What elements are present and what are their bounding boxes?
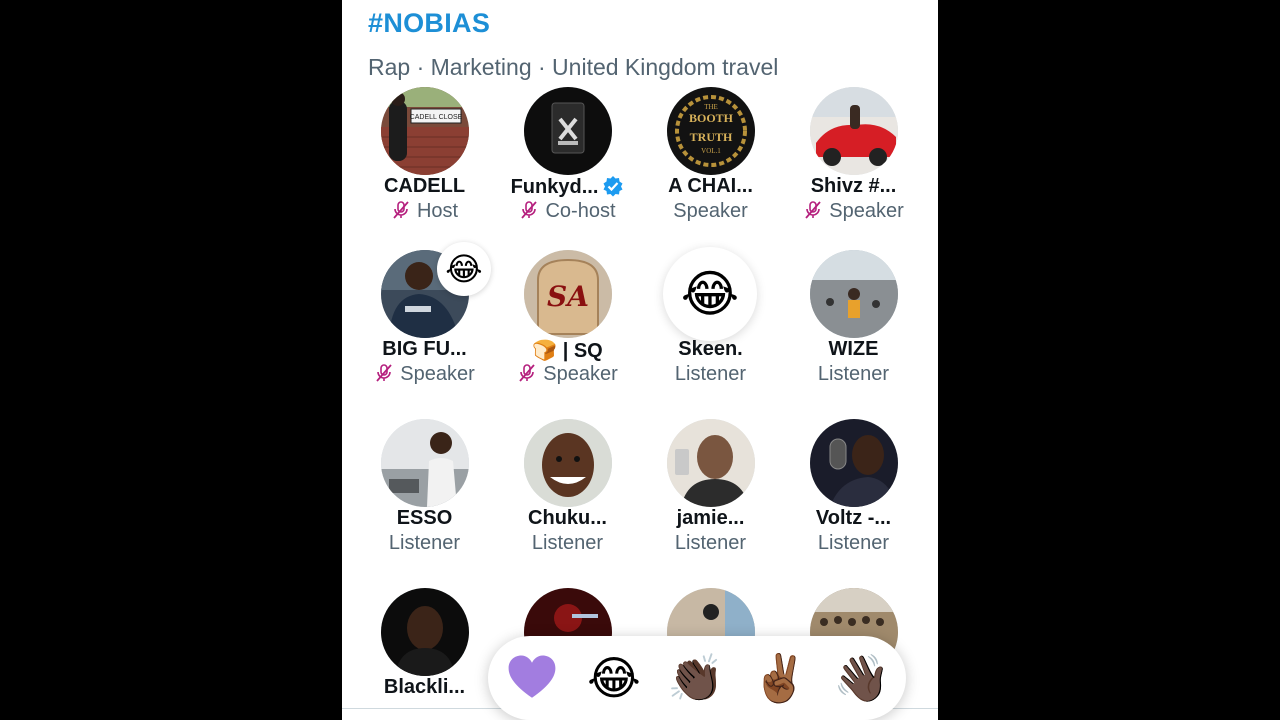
avatar: [810, 419, 898, 507]
participant-name: Chuku...: [528, 507, 607, 529]
participant-name: Voltz -...: [815, 507, 892, 529]
mic-off-icon: [521, 201, 538, 219]
participant-name: 🍞 | SQ: [532, 340, 603, 362]
avatar: SA: [524, 250, 612, 338]
heart-reaction-button[interactable]: [502, 648, 562, 708]
participant-role-row: Speaker: [353, 363, 496, 386]
participant-role: Speaker: [673, 200, 748, 222]
sq-mark-text: SA: [547, 280, 589, 313]
participant-name: WIZE: [828, 338, 879, 360]
booth-text-4: VOL.1: [701, 147, 721, 155]
participant-funkyd[interactable]: Funkyd... Co-host: [496, 87, 639, 247]
booth-text-3: TRUTH: [690, 130, 733, 144]
participant-name-row: Funkyd...: [496, 175, 639, 199]
avatar: [524, 419, 612, 507]
avatar: [667, 419, 755, 507]
participant-wize[interactable]: WIZE Listener: [782, 250, 925, 410]
participant-role: Host: [416, 200, 459, 222]
avatar: [810, 87, 898, 175]
reaction-emoji-avatar: 😂: [663, 247, 757, 341]
laugh-reaction-button[interactable]: 😂: [584, 648, 644, 708]
participant-role: Speaker: [543, 363, 618, 385]
participant-name: jamie...: [676, 507, 745, 529]
clap-reaction-button[interactable]: 👏🏿: [666, 648, 726, 708]
participant-role: Listener: [674, 532, 747, 554]
wave-reaction-button[interactable]: 👋🏿: [832, 648, 892, 708]
mic-off-icon: [393, 201, 409, 219]
booth-text-1: THE: [704, 103, 718, 111]
booth-text-2: BOOTH: [689, 111, 734, 125]
street-sign-text: CADELL CLOSE: [410, 114, 463, 121]
participant-role-row: Speaker: [782, 200, 925, 223]
participant-grid: CADELL CLOSE CADELL Host Funkyd... Co-ho…: [342, 0, 938, 720]
verified-badge-icon: [603, 176, 623, 197]
participant-role: Speaker: [400, 363, 475, 385]
mic-off-icon: [519, 364, 535, 382]
participant-shivz[interactable]: Shivz #... Speaker: [782, 87, 925, 247]
participant-blackli[interactable]: Blackli...: [353, 588, 496, 720]
purple-heart-icon: [508, 655, 556, 698]
participant-role: Listener: [388, 532, 461, 554]
space-panel: #NOBIAS Rap · Marketing · United Kingdom…: [342, 0, 938, 720]
participant-role: Listener: [674, 363, 747, 385]
participant-name: ESSO: [396, 507, 453, 529]
participant-name: CADELL: [383, 175, 466, 197]
participant-role-row: Speaker: [496, 363, 639, 386]
participant-big-fu[interactable]: 😂 BIG FU... Speaker: [353, 242, 496, 410]
participant-name: A CHAI...: [668, 175, 753, 197]
reaction-bar: 😂 👏🏿 ✌🏾 👋🏿: [488, 636, 906, 720]
participant-name: Funkyd...: [510, 176, 599, 198]
mic-off-icon: [805, 201, 821, 219]
participant-esso[interactable]: ESSO Listener: [353, 419, 496, 579]
avatar: [810, 250, 898, 338]
participant-role: Listener: [817, 532, 890, 554]
avatar: [524, 87, 612, 175]
participant-voltz[interactable]: Voltz -... Listener: [782, 419, 925, 579]
avatar: [381, 588, 469, 676]
participant-name: BIG FU...: [382, 338, 467, 360]
participant-role-row: Host: [353, 200, 496, 223]
mic-off-icon: [376, 364, 392, 382]
participant-role: Speaker: [829, 200, 904, 222]
avatar: CADELL CLOSE: [381, 87, 469, 175]
participant-chuku[interactable]: Chuku... Listener: [496, 419, 639, 579]
participant-jamie[interactable]: jamie... Listener: [639, 419, 782, 579]
participant-a-chai[interactable]: THE BOOTH TRUTH VOL.1 A CHAI... Speaker: [639, 87, 782, 247]
participant-name: Skeen.: [678, 338, 743, 360]
avatar: THE BOOTH TRUTH VOL.1: [667, 87, 755, 175]
participant-role-row: Co-host: [496, 200, 639, 223]
participant-sq[interactable]: SA 🍞 | SQ Speaker: [496, 250, 639, 410]
participant-skeen[interactable]: 😂 Skeen. Listener: [639, 247, 782, 410]
reaction-badge: 😂: [437, 242, 491, 296]
participant-role: Co-host: [545, 200, 616, 222]
participant-role: Listener: [817, 363, 890, 385]
avatar: [381, 419, 469, 507]
participant-name: Blackli...: [383, 676, 466, 698]
victory-reaction-button[interactable]: ✌🏾: [750, 648, 810, 708]
participant-cadell[interactable]: CADELL CLOSE CADELL Host: [353, 87, 496, 247]
participant-role: Listener: [531, 532, 604, 554]
participant-name: Shivz #...: [810, 175, 897, 197]
